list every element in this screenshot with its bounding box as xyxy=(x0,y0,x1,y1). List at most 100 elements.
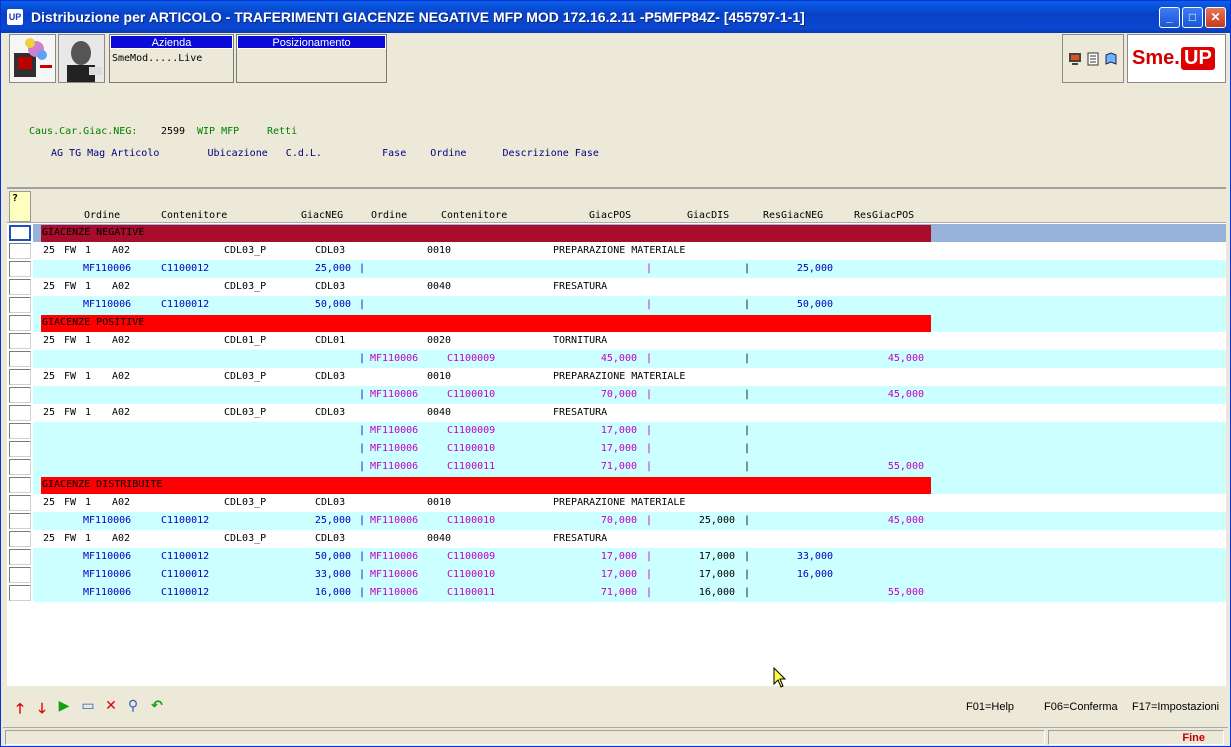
cell-pos-contenitore: C1100009 xyxy=(447,353,496,364)
column-header[interactable]: ResGiacPOS xyxy=(854,210,914,221)
row-selector[interactable] xyxy=(9,459,31,475)
close-button[interactable]: ✕ xyxy=(1205,7,1226,28)
cell-separator: | xyxy=(646,425,653,436)
cell-resgiacpos: 45,000 xyxy=(887,353,924,364)
row-selector[interactable] xyxy=(9,567,31,583)
row-selector[interactable] xyxy=(9,549,31,565)
arrow-down-icon[interactable]: 🡓 xyxy=(33,698,51,717)
row-selector[interactable] xyxy=(9,369,31,385)
cell-separator: | xyxy=(646,353,653,364)
status-bar: Fine xyxy=(3,727,1228,745)
document-icon[interactable] xyxy=(1086,52,1100,66)
f06-confirm-button[interactable]: F06=Conferma xyxy=(1044,701,1118,713)
arrow-up-icon[interactable]: 🡑 xyxy=(11,698,29,717)
row-selector[interactable] xyxy=(9,405,31,421)
detail-row[interactable]: MF110006 C1100012 16,000 | MF110006 C1100011 7… xyxy=(7,584,1226,602)
logo-text-right: UP xyxy=(1181,47,1215,70)
article-row[interactable]: 25 FW 1 A02 CDL03_P CDL03 0040 FRESATURA xyxy=(7,278,1226,296)
window-icon[interactable]: ▭ xyxy=(79,698,97,716)
row-selector[interactable] xyxy=(9,297,31,313)
column-header[interactable]: Ordine xyxy=(371,210,407,221)
monitor-icon[interactable] xyxy=(1068,52,1082,66)
row-selector[interactable] xyxy=(9,315,31,331)
article-row[interactable]: 25 FW 1 A02 CDL03_P CDL03 0040 FRESATURA xyxy=(7,404,1226,422)
cell-tg: FW xyxy=(64,533,77,544)
cell-ubicazione: CDL03_P xyxy=(224,497,267,508)
detail-row[interactable]: | MF110006 C1100009 45,000 | | 45,000 xyxy=(7,350,1226,368)
cell-cdl: CDL03 xyxy=(315,533,346,544)
cell-neg-ordine: MF110006 xyxy=(83,569,132,580)
row-selector[interactable] xyxy=(9,351,31,367)
delete-icon[interactable]: ✕ xyxy=(102,698,120,716)
play-icon[interactable]: ▶ xyxy=(55,698,73,716)
row-selector[interactable] xyxy=(9,225,31,241)
toolbar-icons xyxy=(1062,34,1124,83)
cell-pos-contenitore: C1100011 xyxy=(447,461,496,472)
row-selector[interactable] xyxy=(9,585,31,601)
cell-giacpos: 17,000 xyxy=(600,443,637,454)
section-band xyxy=(41,477,931,494)
search-icon[interactable]: ⚲ xyxy=(124,698,142,716)
cell-separator: | xyxy=(744,443,751,454)
refresh-icon[interactable]: ↶ xyxy=(148,698,166,716)
column-header[interactable]: Contenitore xyxy=(161,210,227,221)
cell-separator: | xyxy=(744,353,751,364)
detail-row[interactable]: MF110006 C1100012 25,000 | | | 25,000 xyxy=(7,260,1226,278)
maximize-button[interactable]: □ xyxy=(1182,7,1203,28)
cell-fase: 0040 xyxy=(427,407,452,418)
minimize-button[interactable]: _ xyxy=(1159,7,1180,28)
section-row[interactable]: GIACENZE NEGATIVE xyxy=(7,224,1226,242)
row-selector[interactable] xyxy=(9,261,31,277)
article-row[interactable]: 25 FW 1 A02 CDL03_P CDL03 0010 PREPARAZIONE MAT… xyxy=(7,368,1226,386)
cell-ubicazione: CDL03_P xyxy=(224,371,267,382)
detail-row[interactable]: MF110006 C1100012 33,000 | MF110006 C1100010 1… xyxy=(7,566,1226,584)
column-header[interactable]: ResGiacNEG xyxy=(763,210,823,221)
f01-help-button[interactable]: F01=Help xyxy=(966,701,1014,713)
row-selector[interactable] xyxy=(9,333,31,349)
detail-row[interactable]: MF110006 C1100012 50,000 | MF110006 C1100009 1… xyxy=(7,548,1226,566)
book-icon[interactable] xyxy=(1104,52,1118,66)
cell-mag: 1 xyxy=(85,371,92,382)
column-header[interactable]: GiacNEG xyxy=(301,210,343,221)
row-background xyxy=(33,260,1226,278)
detail-row[interactable]: | MF110006 C1100010 70,000 | | 45,000 xyxy=(7,386,1226,404)
article-row[interactable]: 25 FW 1 A02 CDL03_P CDL03 0010 PREPARAZIONE MAT… xyxy=(7,494,1226,512)
section-row[interactable]: GIACENZE POSITIVE xyxy=(7,314,1226,332)
cell-articolo: A02 xyxy=(112,407,131,418)
row-selector[interactable] xyxy=(9,531,31,547)
detail-row[interactable]: | MF110006 C1100010 17,000 | | xyxy=(7,440,1226,458)
detail-row[interactable]: | MF110006 C1100009 17,000 | | xyxy=(7,422,1226,440)
title-bar[interactable]: UP Distribuzione per ARTICOLO - TRAFERIM… xyxy=(1,1,1230,33)
row-selector[interactable] xyxy=(9,495,31,511)
f17-settings-button[interactable]: F17=Impostazioni xyxy=(1132,701,1219,713)
column-header[interactable]: GiacDIS xyxy=(687,210,729,221)
section-row[interactable]: GIACENZE DISTRIBUITE xyxy=(7,476,1226,494)
column-header[interactable]: Ordine xyxy=(84,210,120,221)
cell-pos-ordine: MF110006 xyxy=(370,515,419,526)
mouse-cursor-icon xyxy=(773,667,787,688)
row-selector[interactable] xyxy=(9,513,31,529)
user-avatar[interactable] xyxy=(58,34,105,83)
row-selector[interactable] xyxy=(9,279,31,295)
row-selector[interactable] xyxy=(9,477,31,493)
detail-row[interactable]: MF110006 C1100012 25,000 | MF110006 C1100010 7… xyxy=(7,512,1226,530)
row-selector[interactable] xyxy=(9,243,31,259)
row-selector[interactable] xyxy=(9,387,31,403)
detail-row[interactable]: MF110006 C1100012 50,000 | | | 50,000 xyxy=(7,296,1226,314)
detail-row[interactable]: | MF110006 C1100011 71,000 | | 55,000 xyxy=(7,458,1226,476)
article-row[interactable]: 25 FW 1 A02 CDL03_P CDL03 0040 FRESATURA xyxy=(7,530,1226,548)
row-selector[interactable] xyxy=(9,441,31,457)
article-row[interactable]: 25 FW 1 A02 CDL01_P CDL01 0020 TORNITURA xyxy=(7,332,1226,350)
cell-articolo: A02 xyxy=(112,245,131,256)
empty-row xyxy=(7,656,1226,674)
row-selector[interactable] xyxy=(9,423,31,439)
row-background xyxy=(33,404,1226,422)
causale-code: 2599 xyxy=(161,126,186,137)
article-row[interactable]: 25 FW 1 A02 CDL03_P CDL03 0010 PREPARAZIONE MAT… xyxy=(7,242,1226,260)
app-logo-icon[interactable] xyxy=(9,34,56,83)
column-header[interactable]: GiacPOS xyxy=(589,210,631,221)
cell-neg-contenitore: C1100012 xyxy=(161,587,210,598)
column-header[interactable]: Contenitore xyxy=(441,210,507,221)
grid-corner-button[interactable]: ? xyxy=(9,191,31,222)
posizionamento-value xyxy=(237,49,386,57)
